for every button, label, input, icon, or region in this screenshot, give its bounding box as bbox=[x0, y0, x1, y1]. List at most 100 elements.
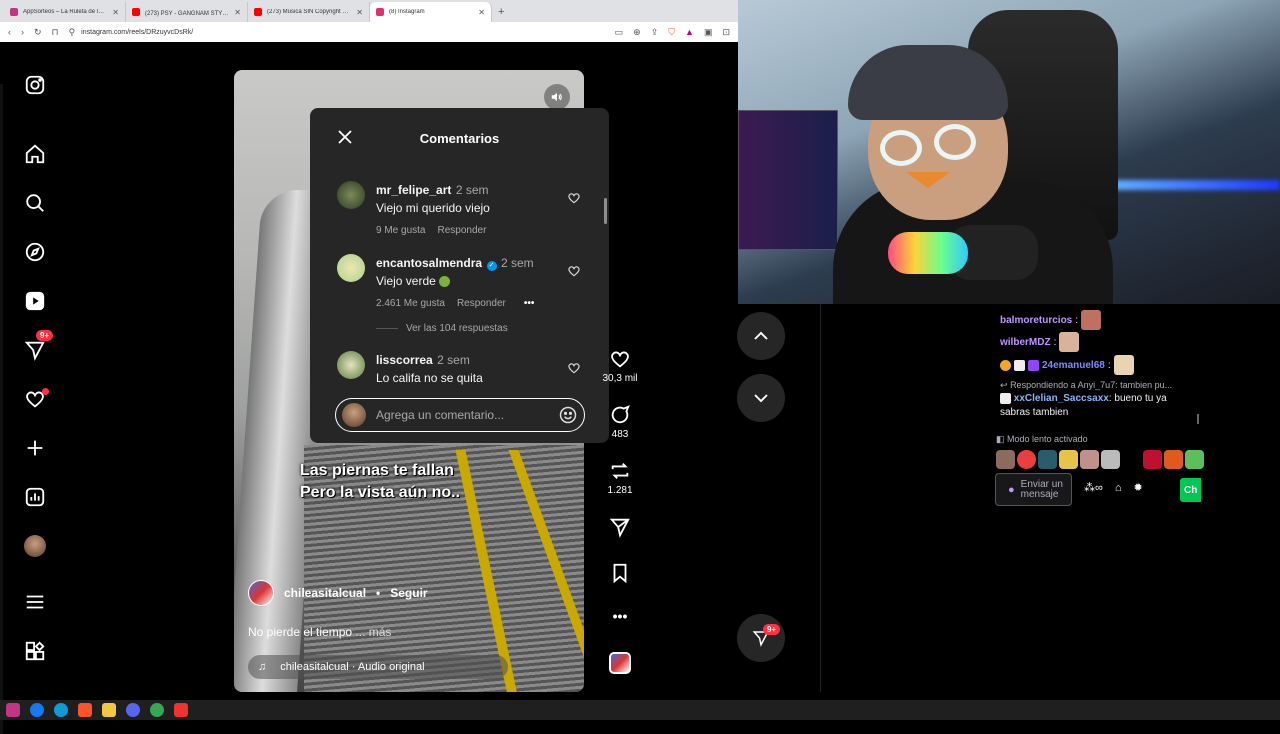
store-icon[interactable]: ⌂ bbox=[1115, 482, 1122, 494]
tab-instagram[interactable]: (8) Instagram ✕ bbox=[370, 2, 492, 22]
emote-button[interactable] bbox=[1017, 450, 1036, 469]
caption-more-link[interactable]: ... más bbox=[355, 625, 391, 639]
share-action[interactable] bbox=[600, 516, 640, 538]
messages-icon[interactable]: 9+ bbox=[14, 330, 56, 368]
tab-youtube-psy[interactable]: (273) PSY - GANGNAM STYLE(강남스 ✕ bbox=[126, 2, 248, 22]
address-bar[interactable]: ⚲ instagram.com/reels/DRzuyvcDsRk/ bbox=[69, 27, 605, 38]
comment-username[interactable]: lisscorrea bbox=[376, 353, 433, 367]
tab-close-icon[interactable]: ✕ bbox=[234, 8, 241, 17]
more-options-icon[interactable]: ••• bbox=[613, 608, 628, 624]
close-icon[interactable] bbox=[336, 128, 354, 146]
like-heart-icon[interactable] bbox=[567, 361, 581, 375]
comment-username[interactable]: mr_felipe_art bbox=[376, 183, 451, 197]
more-options-icon[interactable]: ••• bbox=[524, 298, 535, 309]
forward-icon[interactable]: › bbox=[21, 27, 24, 37]
emote-button[interactable] bbox=[1185, 450, 1204, 469]
save-action[interactable] bbox=[600, 562, 640, 584]
reload-icon[interactable]: ↻ bbox=[34, 27, 42, 38]
bookmark-icon[interactable]: ⊓ bbox=[52, 27, 59, 38]
reply-button[interactable]: Responder bbox=[437, 225, 486, 236]
like-heart-icon[interactable] bbox=[567, 191, 581, 205]
comment-likes[interactable]: 2.461 Me gusta bbox=[376, 298, 445, 309]
commenter-avatar[interactable] bbox=[337, 351, 365, 379]
scrollbar-thumb[interactable] bbox=[604, 198, 607, 224]
emote-button[interactable] bbox=[1101, 450, 1120, 469]
emote-button[interactable] bbox=[1164, 450, 1183, 469]
microphone-icon[interactable]: ● bbox=[1008, 484, 1015, 496]
search-icon[interactable] bbox=[14, 185, 56, 221]
view-replies-link[interactable]: Ver las 104 respuestas bbox=[376, 323, 508, 334]
tab-youtube-musica[interactable]: (273) Música SIN Copyright 2025 (# ✕ bbox=[248, 2, 370, 22]
tab-appsorteos[interactable]: AppSorteos – La Ruleta de la Suerte ✕ bbox=[4, 2, 126, 22]
taskbar-chrome-icon[interactable] bbox=[150, 703, 164, 717]
mute-toggle-button[interactable] bbox=[544, 84, 570, 110]
brave-shield-icon[interactable]: ⛉ bbox=[668, 27, 675, 38]
emote-button[interactable] bbox=[1143, 450, 1162, 469]
wallet-icon[interactable]: ⊡ bbox=[722, 27, 730, 38]
instagram-logo-icon[interactable] bbox=[14, 67, 56, 103]
commenter-avatar[interactable] bbox=[337, 254, 365, 282]
profile-avatar[interactable] bbox=[14, 528, 56, 564]
chat-username[interactable]: xxClelian_Saccsaxx bbox=[1014, 393, 1109, 404]
zoom-icon[interactable]: ⊕ bbox=[633, 27, 641, 38]
dashboard-icon[interactable] bbox=[14, 479, 56, 515]
emoji-picker-icon[interactable] bbox=[558, 405, 578, 425]
brave-rewards-icon[interactable]: ▲ bbox=[685, 27, 694, 37]
commenter-avatar[interactable] bbox=[337, 181, 365, 209]
create-plus-icon[interactable] bbox=[14, 430, 56, 466]
author-username[interactable]: chileasitalcual bbox=[284, 586, 366, 600]
next-reel-button[interactable] bbox=[737, 374, 785, 422]
chat-send-button[interactable]: Ch bbox=[1180, 478, 1201, 502]
taskbar-folder-icon[interactable] bbox=[102, 703, 116, 717]
bits-icon[interactable]: ⁂∞ bbox=[1084, 481, 1103, 494]
taskbar-edge-icon[interactable] bbox=[54, 703, 68, 717]
new-tab-button[interactable]: + bbox=[492, 2, 510, 22]
repost-action[interactable]: 1.281 bbox=[600, 460, 640, 496]
chat-input[interactable]: ● Enviar un mensaje bbox=[995, 473, 1072, 506]
emote-button[interactable] bbox=[1122, 450, 1141, 469]
emote-button[interactable] bbox=[1080, 450, 1099, 469]
audio-attribution[interactable]: ♫ chileasitalcual · Audio original bbox=[248, 655, 508, 679]
taskbar-app-icon[interactable] bbox=[174, 703, 188, 717]
chat-username[interactable]: balmoreturcios bbox=[1000, 315, 1072, 326]
more-action[interactable]: ••• bbox=[600, 608, 640, 624]
reels-icon[interactable] bbox=[14, 283, 56, 319]
taskbar-discord-icon[interactable] bbox=[126, 703, 140, 717]
gear-icon[interactable]: ✹ bbox=[1134, 481, 1143, 494]
explore-compass-icon[interactable] bbox=[14, 234, 56, 270]
menu-hamburger-icon[interactable] bbox=[14, 584, 56, 620]
cast-icon[interactable]: ▭ bbox=[615, 27, 624, 38]
comment-input[interactable] bbox=[376, 408, 548, 422]
chat-username[interactable]: wilberMDZ bbox=[1000, 337, 1051, 348]
previous-reel-button[interactable] bbox=[737, 312, 785, 360]
chat-scrollbar[interactable] bbox=[1197, 414, 1199, 424]
reply-button[interactable]: Responder bbox=[457, 298, 506, 309]
emote-button[interactable] bbox=[1038, 450, 1057, 469]
chat-reply-context[interactable]: ↩ Respondiendo a Anyi_7u7: tambien pu... bbox=[1000, 380, 1172, 391]
comment-username[interactable]: encantosalmendra bbox=[376, 256, 482, 270]
back-icon[interactable]: ‹ bbox=[8, 27, 11, 37]
tab-close-icon[interactable]: ✕ bbox=[356, 8, 363, 17]
site-info-icon[interactable]: ⚲ bbox=[69, 27, 76, 38]
more-apps-icon[interactable] bbox=[14, 633, 56, 669]
tab-close-icon[interactable]: ✕ bbox=[478, 8, 485, 17]
emote-button[interactable] bbox=[996, 450, 1015, 469]
like-heart-icon[interactable] bbox=[567, 264, 581, 278]
author-avatar[interactable] bbox=[248, 580, 274, 606]
emote-button[interactable] bbox=[1059, 450, 1078, 469]
taskbar-brave-icon[interactable] bbox=[78, 703, 92, 717]
comment-likes[interactable]: 9 Me gusta bbox=[376, 225, 425, 236]
comments-scrollbar[interactable] bbox=[604, 170, 607, 440]
notifications-heart-icon[interactable] bbox=[14, 381, 56, 417]
share-icon[interactable]: ⇪ bbox=[651, 27, 659, 38]
like-action[interactable]: 30,3 mil bbox=[600, 348, 640, 384]
follow-button[interactable]: Seguir bbox=[390, 586, 427, 600]
comment-action[interactable]: 483 bbox=[600, 404, 640, 440]
extensions-icon[interactable]: ▣ bbox=[704, 27, 713, 38]
chat-username[interactable]: 24emanuel68 bbox=[1042, 360, 1105, 371]
taskbar-facebook-icon[interactable] bbox=[30, 703, 44, 717]
messages-float-button[interactable]: 9+ bbox=[737, 614, 785, 662]
audio-thumbnail[interactable] bbox=[600, 652, 640, 674]
tab-close-icon[interactable]: ✕ bbox=[112, 8, 119, 17]
taskbar-instagram-icon[interactable] bbox=[6, 703, 20, 717]
